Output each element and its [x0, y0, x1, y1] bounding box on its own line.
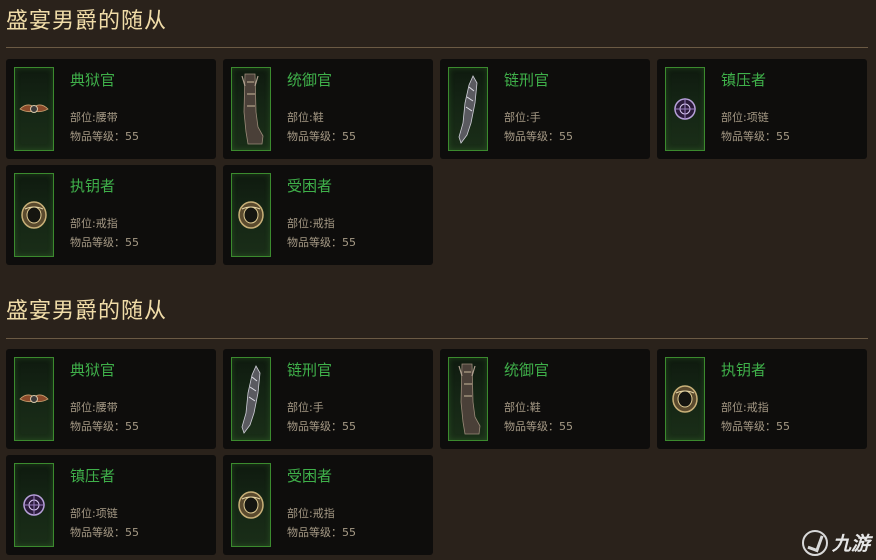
belt-icon: [19, 389, 49, 409]
item-icon-frame[interactable]: [231, 357, 271, 441]
item-slot: 部位:手: [287, 401, 324, 414]
item-card[interactable]: 执钥者 部位:戒指 物品等级：55: [657, 349, 867, 449]
item-level: 物品等级：55: [504, 130, 573, 143]
item-slot: 部位:腰带: [70, 111, 118, 124]
item-slot: 部位:项链: [721, 111, 769, 124]
item-card[interactable]: 典狱官 部位:腰带 物品等级：55: [6, 59, 216, 159]
item-card[interactable]: 镇压者 部位:项链 物品等级：55: [657, 59, 867, 159]
belt-icon: [19, 99, 49, 119]
section-title: 盛宴男爵的随从: [6, 299, 168, 324]
item-name[interactable]: 执钥者: [721, 361, 766, 379]
ring-icon: [20, 200, 48, 230]
item-icon-frame[interactable]: [448, 357, 488, 441]
section-divider: [6, 47, 868, 48]
item-level: 物品等级：55: [70, 130, 139, 143]
item-card[interactable]: 受困者 部位:戒指 物品等级：55: [223, 455, 433, 555]
item-icon-frame[interactable]: [14, 463, 54, 547]
item-slot: 部位:腰带: [70, 401, 118, 414]
item-slot: 部位:鞋: [504, 401, 541, 414]
item-name[interactable]: 镇压者: [70, 467, 115, 485]
item-name[interactable]: 统御官: [287, 71, 332, 89]
item-level: 物品等级：55: [70, 420, 139, 433]
item-name[interactable]: 链刑官: [287, 361, 332, 379]
item-slot: 部位:戒指: [70, 217, 118, 230]
item-name[interactable]: 镇压者: [721, 71, 766, 89]
item-name[interactable]: 典狱官: [70, 71, 115, 89]
item-slot: 部位:戒指: [287, 507, 335, 520]
item-icon-frame[interactable]: [448, 67, 488, 151]
gloves-icon: [238, 363, 264, 435]
gloves-icon: [455, 73, 481, 145]
item-card[interactable]: 链刑官 部位:手 物品等级：55: [223, 349, 433, 449]
amulet-icon: [671, 95, 699, 123]
item-level: 物品等级：55: [287, 420, 356, 433]
item-card[interactable]: 执钥者 部位:戒指 物品等级：55: [6, 165, 216, 265]
item-slot: 部位:戒指: [287, 217, 335, 230]
item-slot: 部位:鞋: [287, 111, 324, 124]
item-level: 物品等级：55: [504, 420, 573, 433]
item-icon-frame[interactable]: [231, 173, 271, 257]
item-name[interactable]: 受困者: [287, 177, 332, 195]
item-icon-frame[interactable]: [14, 67, 54, 151]
item-level: 物品等级：55: [287, 236, 356, 249]
item-card[interactable]: 典狱官 部位:腰带 物品等级：55: [6, 349, 216, 449]
item-name[interactable]: 统御官: [504, 361, 549, 379]
watermark: 九游: [801, 529, 870, 556]
item-icon-frame[interactable]: [665, 67, 705, 151]
section-divider: [6, 338, 868, 339]
item-slot: 部位:手: [504, 111, 541, 124]
item-level: 物品等级：55: [70, 526, 139, 539]
ring-icon: [671, 384, 699, 414]
item-icon-frame[interactable]: [14, 173, 54, 257]
amulet-icon: [20, 491, 48, 519]
item-card[interactable]: 受困者 部位:戒指 物品等级：55: [223, 165, 433, 265]
item-card[interactable]: 统御官 部位:鞋 物品等级：55: [223, 59, 433, 159]
item-name[interactable]: 典狱官: [70, 361, 115, 379]
item-slot: 部位:戒指: [721, 401, 769, 414]
item-name[interactable]: 受困者: [287, 467, 332, 485]
item-level: 物品等级：55: [70, 236, 139, 249]
section-title: 盛宴男爵的随从: [6, 9, 168, 34]
item-icon-frame[interactable]: [231, 463, 271, 547]
watermark-text: 九游: [831, 533, 870, 555]
item-card[interactable]: 统御官 部位:鞋 物品等级：55: [440, 349, 650, 449]
item-name[interactable]: 链刑官: [504, 71, 549, 89]
boots-icon: [238, 72, 264, 146]
item-level: 物品等级：55: [287, 130, 356, 143]
ring-icon: [237, 490, 265, 520]
item-card[interactable]: 链刑官 部位:手 物品等级：55: [440, 59, 650, 159]
boots-icon: [455, 362, 481, 436]
item-level: 物品等级：55: [287, 526, 356, 539]
item-slot: 部位:项链: [70, 507, 118, 520]
item-level: 物品等级：55: [721, 420, 790, 433]
item-name[interactable]: 执钥者: [70, 177, 115, 195]
item-icon-frame[interactable]: [231, 67, 271, 151]
watermark-logo-icon: [801, 529, 828, 556]
item-card[interactable]: 镇压者 部位:项链 物品等级：55: [6, 455, 216, 555]
ring-icon: [237, 200, 265, 230]
item-icon-frame[interactable]: [14, 357, 54, 441]
item-level: 物品等级：55: [721, 130, 790, 143]
item-icon-frame[interactable]: [665, 357, 705, 441]
